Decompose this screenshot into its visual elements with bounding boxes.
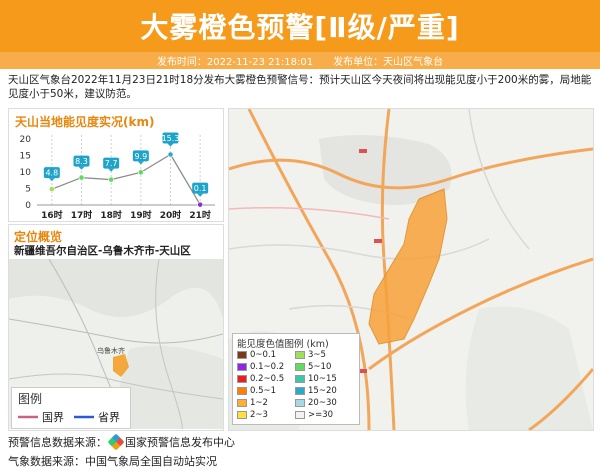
visibility-legend-item: 2~3 [237, 410, 268, 420]
data-label-pointer [78, 166, 85, 170]
data-label-pointer [108, 168, 115, 172]
visibility-chart-panel: 天山当地能见度实况(km) 0 5 10 15 20 4.8 16时 8.3 17时 7.7 18时… [8, 108, 224, 222]
data-point [197, 201, 204, 208]
national-border-label: 国界 [42, 411, 64, 424]
data-point [137, 169, 144, 176]
visibility-legend-swatch [237, 351, 247, 359]
warning-source-label: 预警信息数据来源： [8, 436, 107, 449]
visibility-legend-label: 3~5 [308, 350, 326, 360]
visibility-legend-swatch [295, 411, 305, 419]
city-marker-2 [374, 239, 382, 243]
data-label: 15.3 [162, 134, 180, 143]
map-city-label: 乌鲁木齐 [97, 346, 125, 355]
visibility-legend-item: 0.5~1 [237, 386, 276, 396]
warning-title: 大雾橙色预警[Ⅱ级/严重] [140, 11, 460, 44]
visibility-legend-label: 2~3 [250, 410, 268, 420]
warning-source-name[interactable]: 国家预警信息发布中心 [125, 434, 235, 450]
warning-description: 天山区气象台2022年11月23日21时18分发布大雾橙色预警信号：预计天山区今… [8, 74, 592, 100]
visibility-legend-item: 15~20 [295, 386, 337, 396]
visibility-legend-label: 0.5~1 [250, 386, 277, 396]
y-tick-label: 5 [25, 185, 31, 195]
location-panel: 定位概览 新疆维吾尔自治区-乌鲁木齐市-天山区 乌鲁木齐 图例 国界 省界 [8, 224, 224, 431]
data-label: 7.7 [105, 159, 118, 168]
visibility-legend-swatch [237, 399, 247, 407]
visibility-legend-item: 20~30 [295, 398, 337, 408]
visibility-legend-label: 15~20 [308, 386, 337, 396]
data-label: 8.3 [75, 157, 88, 166]
data-label-pointer [137, 161, 144, 165]
visibility-line-chart: 0 5 10 15 20 4.8 16时 8.3 17时 7.7 18时 9.9 19时 15.3 20时 0… [20, 132, 215, 221]
publish-time: 发布时间：2022-11-23 21:18:01 [156, 57, 314, 68]
map-legend: 图例 国界 省界 [11, 387, 131, 429]
x-tick-label: 21时 [189, 209, 211, 221]
data-point [48, 186, 55, 193]
visibility-legend-label: 0.2~0.5 [250, 374, 285, 384]
map-legend-title: 图例 [18, 392, 43, 406]
visibility-legend-item: 3~5 [295, 350, 326, 360]
visibility-legend-item: 1~2 [237, 398, 268, 408]
weather-source: 气象数据来源：中国气象局全国自动站实况 [8, 453, 217, 469]
warning-source: 预警信息数据来源： 国家预警信息发布中心 [8, 433, 235, 451]
visibility-legend-swatch [237, 411, 247, 419]
visibility-legend-label: 0~0.1 [250, 350, 277, 360]
visibility-legend-label: 0.1~0.2 [250, 362, 285, 372]
visibility-legend-swatch [295, 399, 305, 407]
visibility-legend-swatch [237, 375, 247, 383]
visibility-legend-item: >=30 [295, 410, 333, 420]
visibility-legend-label: 20~30 [308, 398, 337, 408]
x-tick-label: 16时 [41, 209, 63, 221]
y-tick-label: 15 [20, 152, 31, 162]
visibility-legend-swatch [295, 387, 305, 395]
x-tick-label: 18时 [100, 209, 122, 221]
x-tick-label: 19时 [130, 209, 152, 221]
warning-center-logo-icon [107, 433, 125, 451]
data-point [108, 176, 115, 183]
x-tick-label: 17时 [71, 209, 93, 221]
visibility-legend-swatch [237, 387, 247, 395]
visibility-legend-label: 1~2 [250, 398, 268, 408]
visibility-legend-item: 0.2~0.5 [237, 374, 284, 384]
visibility-legend-item: 0~0.1 [237, 350, 276, 360]
data-label-pointer [48, 178, 55, 182]
x-tick-label: 20时 [160, 209, 182, 221]
visibility-legend-swatch [295, 363, 305, 371]
visibility-legend-swatch [237, 363, 247, 371]
publisher: 发布单位：天山区气象台 [333, 57, 444, 68]
y-tick-label: 20 [20, 135, 32, 145]
visibility-legend-swatch [295, 351, 305, 359]
visibility-legend-title: 能见度色值图例 (km) [237, 339, 329, 350]
location-region: 新疆维吾尔自治区-乌鲁木齐市-天山区 [14, 245, 191, 257]
publish-info-bar: 发布时间：2022-11-23 21:18:01 发布单位：天山区气象台 [0, 52, 600, 69]
data-label: 0.1 [194, 184, 207, 193]
visibility-legend-label: 10~15 [308, 374, 337, 384]
y-tick-label: 0 [25, 201, 31, 211]
visibility-legend-swatch [295, 375, 305, 383]
visibility-legend: 能见度色值图例 (km) 0~0.1 3~5 0.1~0.2 5~10 0.2~0.5 1… [232, 333, 360, 425]
visibility-legend-item: 0.1~0.2 [237, 362, 284, 372]
provincial-border-label: 省界 [98, 411, 120, 424]
data-point [167, 151, 174, 158]
data-label: 9.9 [134, 152, 147, 161]
visibility-legend-label: 5~10 [308, 362, 332, 372]
visibility-legend-item: 5~10 [295, 362, 331, 372]
city-marker-1 [359, 149, 367, 153]
provincial-border-line [74, 415, 94, 419]
data-label-pointer [167, 143, 174, 147]
y-tick-label: 10 [20, 168, 32, 178]
city-marker-3 [359, 369, 367, 373]
data-label: 4.8 [45, 169, 58, 178]
data-label-pointer [197, 193, 204, 197]
warning-header: 大雾橙色预警[Ⅱ级/严重] [0, 0, 600, 52]
national-border-line [18, 415, 38, 419]
weather-source-text: 气象数据来源：中国气象局全国自动站实况 [8, 455, 217, 468]
visibility-legend-label: >=30 [308, 410, 334, 420]
visibility-legend-item: 10~15 [295, 374, 337, 384]
data-point [78, 174, 85, 181]
